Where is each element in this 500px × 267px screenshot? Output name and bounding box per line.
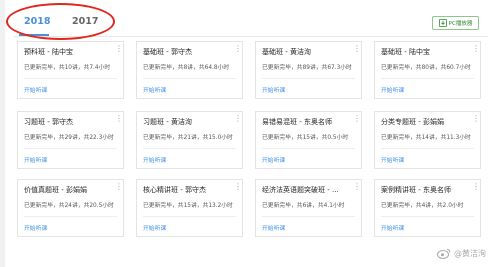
more-options-icon[interactable]: ⋮ <box>472 115 480 125</box>
watermark-text: @黄洁洵 <box>454 248 486 258</box>
course-title: 预科班 - 陆中宝 <box>24 48 73 56</box>
course-card: 基础班 - 郭守杰 ⋮ 已更新完毕，共8讲，共64.8小时 开始听课 <box>136 41 243 99</box>
card-divider <box>381 216 474 217</box>
card-divider <box>262 216 355 217</box>
more-options-icon[interactable]: ⋮ <box>472 45 480 55</box>
more-options-icon[interactable]: ⋮ <box>353 115 361 125</box>
more-options-icon[interactable]: ⋮ <box>115 183 123 193</box>
course-status: 已更新完毕，共14讲，共11.3小时 <box>381 135 471 141</box>
page-edge <box>0 0 5 267</box>
course-status: 已更新完毕，共24讲，共20.5小时 <box>24 203 114 209</box>
course-status: 已更新完毕，共89讲，共67.3小时 <box>262 65 352 71</box>
course-card: 案例精讲班 - 东奥名师 ⋮ 已更新完毕，共4讲，共2.0小时 开始听课 <box>374 179 481 237</box>
tab-2018[interactable]: 2018 <box>24 12 50 32</box>
start-listening-link[interactable]: 开始听课 <box>24 85 47 94</box>
start-listening-link[interactable]: 开始听课 <box>143 155 166 164</box>
card-divider <box>262 78 355 79</box>
start-listening-link[interactable]: 开始听课 <box>143 85 166 94</box>
start-listening-link[interactable]: 开始听课 <box>262 223 285 232</box>
download-icon <box>438 19 447 27</box>
course-card: 基础班 - 陆中宝 ⋮ 已更新完毕，共80讲，共60.7小时 开始听课 <box>374 41 481 99</box>
course-title: 习题班 - 黄洁洵 <box>143 118 192 126</box>
card-divider <box>24 216 117 217</box>
start-listening-link[interactable]: 开始听课 <box>262 85 285 94</box>
course-title: 基础班 - 陆中宝 <box>381 48 430 56</box>
course-title: 易错易混班 - 东奥名师 <box>262 118 332 126</box>
more-options-icon[interactable]: ⋮ <box>115 45 123 55</box>
course-card: 分类专题班 - 彭娟娟 ⋮ 已更新完毕，共14讲，共11.3小时 开始听课 <box>374 111 481 169</box>
course-status: 已更新完毕，共80讲，共60.7小时 <box>381 65 471 71</box>
course-status: 已更新完毕，共29讲，共22.3小时 <box>24 135 114 141</box>
card-divider <box>381 78 474 79</box>
card-divider <box>24 148 117 149</box>
pc-player-label: PC播放器 <box>448 21 473 27</box>
start-listening-link[interactable]: 开始听课 <box>381 155 404 164</box>
card-divider <box>262 148 355 149</box>
card-divider <box>381 148 474 149</box>
weibo-icon <box>437 248 451 259</box>
course-title: 习题班 - 郭守杰 <box>24 118 73 126</box>
card-divider <box>24 78 117 79</box>
course-status: 已更新完毕，共15讲，共13.2小时 <box>143 203 233 209</box>
more-options-icon[interactable]: ⋮ <box>234 45 242 55</box>
start-listening-link[interactable]: 开始听课 <box>381 85 404 94</box>
course-title: 核心精讲班 - 郭守杰 <box>143 186 206 194</box>
more-options-icon[interactable]: ⋮ <box>472 183 480 193</box>
course-status: 已更新完毕，共15讲，共0.5小时 <box>262 135 349 141</box>
course-card: 核心精讲班 - 郭守杰 ⋮ 已更新完毕，共15讲，共13.2小时 开始听课 <box>136 179 243 237</box>
course-status: 已更新完毕，共4讲，共2.0小时 <box>381 203 464 209</box>
course-title: 案例精讲班 - 东奥名师 <box>381 186 451 194</box>
tab-2017[interactable]: 2017 <box>72 12 98 32</box>
course-status: 已更新完毕，共8讲，共64.8小时 <box>143 65 230 71</box>
more-options-icon[interactable]: ⋮ <box>115 115 123 125</box>
course-title: 基础班 - 郭守杰 <box>143 48 192 56</box>
more-options-icon[interactable]: ⋮ <box>234 183 242 193</box>
course-title: 价值真题班 - 彭娟娟 <box>24 186 87 194</box>
course-title: 经济法英语题突破班 - ... <box>262 186 339 194</box>
card-divider <box>143 78 236 79</box>
start-listening-link[interactable]: 开始听课 <box>24 223 47 232</box>
card-divider <box>143 148 236 149</box>
course-card: 基础班 - 黄洁洵 ⋮ 已更新完毕，共89讲，共67.3小时 开始听课 <box>255 41 362 99</box>
start-listening-link[interactable]: 开始听课 <box>143 223 166 232</box>
start-listening-link[interactable]: 开始听课 <box>24 155 47 164</box>
course-status: 已更新完毕，共10讲，共7.4小时 <box>24 65 111 71</box>
course-status: 已更新完毕，共6讲，共4.1小时 <box>262 203 345 209</box>
more-options-icon[interactable]: ⋮ <box>234 115 242 125</box>
tabs-divider <box>14 36 488 37</box>
card-divider <box>143 216 236 217</box>
course-title: 分类专题班 - 彭娟娟 <box>381 118 444 126</box>
more-options-icon[interactable]: ⋮ <box>353 45 361 55</box>
course-card: 经济法英语题突破班 - ... ⋮ 已更新完毕，共6讲，共4.1小时 开始听课 <box>255 179 362 237</box>
course-card: 预科班 - 陆中宝 ⋮ 已更新完毕，共10讲，共7.4小时 开始听课 <box>17 41 124 99</box>
start-listening-link[interactable]: 开始听课 <box>262 155 285 164</box>
pc-player-button[interactable]: PC播放器 <box>432 16 479 30</box>
course-card: 易错易混班 - 东奥名师 ⋮ 已更新完毕，共15讲，共0.5小时 开始听课 <box>255 111 362 169</box>
course-card: 习题班 - 黄洁洵 ⋮ 已更新完毕，共21讲，共15.0小时 开始听课 <box>136 111 243 169</box>
course-title: 基础班 - 黄洁洵 <box>262 48 311 56</box>
more-options-icon[interactable]: ⋮ <box>353 183 361 193</box>
course-status: 已更新完毕，共21讲，共15.0小时 <box>143 135 233 141</box>
weibo-watermark: @黄洁洵 <box>437 246 486 260</box>
course-card: 价值真题班 - 彭娟娟 ⋮ 已更新完毕，共24讲，共20.5小时 开始听课 <box>17 179 124 237</box>
start-listening-link[interactable]: 开始听课 <box>381 223 404 232</box>
course-card: 习题班 - 郭守杰 ⋮ 已更新完毕，共29讲，共22.3小时 开始听课 <box>17 111 124 169</box>
